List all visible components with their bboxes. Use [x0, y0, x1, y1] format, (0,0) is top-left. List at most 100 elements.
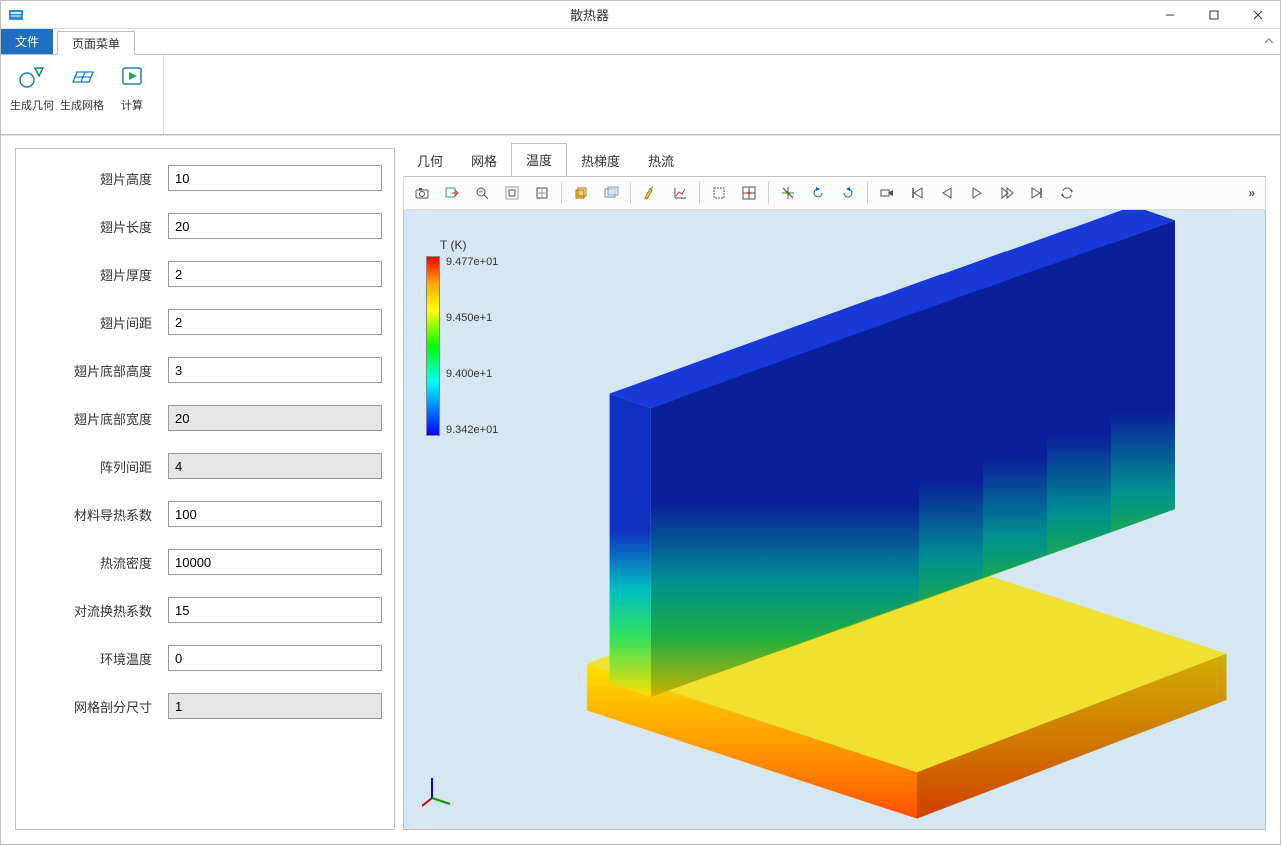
- ribbon-toolbar: 生成几何 生成网格 计算: [1, 55, 1280, 135]
- rotate-left-icon[interactable]: [804, 179, 832, 207]
- export-image-icon[interactable]: [438, 179, 466, 207]
- view-tab-bar: 几何网格温度热梯度热流: [403, 146, 1266, 176]
- plot-icon[interactable]: [666, 179, 694, 207]
- last-frame-icon[interactable]: [1023, 179, 1051, 207]
- toolbar-separator: [867, 182, 868, 204]
- param-input[interactable]: [168, 213, 382, 239]
- zoom-fit-icon[interactable]: +: [468, 179, 496, 207]
- graphics-canvas[interactable]: T (K) 9.477e+01 9.450e+1 9.400e+1 9.342e…: [403, 210, 1266, 830]
- param-input[interactable]: [168, 357, 382, 383]
- param-label: 环境温度: [28, 649, 168, 668]
- compute-icon: [116, 61, 148, 93]
- param-input[interactable]: [168, 261, 382, 287]
- param-row: 热流密度: [28, 549, 382, 575]
- generate-geometry-button[interactable]: 生成几何: [7, 59, 57, 115]
- zoom-box-icon[interactable]: [498, 179, 526, 207]
- param-row: 材料导热系数: [28, 501, 382, 527]
- record-icon[interactable]: [873, 179, 901, 207]
- play-icon[interactable]: [963, 179, 991, 207]
- viewer-panel: 几何网格温度热梯度热流 +» T (K) 9.477e+01 9.450e+1 …: [403, 146, 1266, 830]
- param-label: 阵列间距: [28, 457, 168, 476]
- generate-geometry-label: 生成几何: [10, 97, 54, 113]
- param-row: 翅片厚度: [28, 261, 382, 287]
- param-row: 翅片间距: [28, 309, 382, 335]
- param-label: 翅片厚度: [28, 265, 168, 284]
- param-label: 翅片间距: [28, 313, 168, 332]
- mesh-icon: [66, 61, 98, 93]
- collapse-ribbon-icon[interactable]: [1258, 29, 1280, 54]
- title-bar: 散热器: [1, 1, 1280, 29]
- param-input: [168, 453, 382, 479]
- ribbon-group: 生成几何 生成网格 计算: [1, 55, 164, 134]
- file-menu-tab[interactable]: 文件: [1, 29, 53, 54]
- generate-mesh-label: 生成网格: [60, 97, 104, 113]
- select-all-icon[interactable]: [735, 179, 763, 207]
- param-row: 翅片高度: [28, 165, 382, 191]
- prev-frame-icon[interactable]: [933, 179, 961, 207]
- param-row: 阵列间距: [28, 453, 382, 479]
- app-window: 散热器 文件 页面菜单 生成几何 生成网格: [0, 0, 1281, 845]
- clear-icon[interactable]: [636, 179, 664, 207]
- geometry-icon: [16, 61, 48, 93]
- toolbar-separator: [699, 182, 700, 204]
- param-label: 对流换热系数: [28, 601, 168, 620]
- app-menu-tab[interactable]: 页面菜单: [57, 31, 135, 55]
- camera-icon[interactable]: [408, 179, 436, 207]
- param-label: 翅片高度: [28, 169, 168, 188]
- select-box-icon[interactable]: [705, 179, 733, 207]
- first-frame-icon[interactable]: [903, 179, 931, 207]
- graphics-toolbar: +»: [403, 176, 1266, 210]
- toolbar-separator: [630, 182, 631, 204]
- param-input[interactable]: [168, 549, 382, 575]
- param-row: 环境温度: [28, 645, 382, 671]
- reset-zoom-icon[interactable]: [528, 179, 556, 207]
- view-tab[interactable]: 热流: [634, 145, 688, 176]
- param-row: 网格剖分尺寸: [28, 693, 382, 719]
- param-row: 翅片长度: [28, 213, 382, 239]
- param-input[interactable]: [168, 645, 382, 671]
- rotate-icon[interactable]: [774, 179, 802, 207]
- minimize-button[interactable]: [1148, 1, 1192, 29]
- close-button[interactable]: [1236, 1, 1280, 29]
- param-label: 翅片长度: [28, 217, 168, 236]
- window-controls: [1148, 1, 1280, 29]
- param-label: 翅片底部高度: [28, 361, 168, 380]
- view-tab[interactable]: 几何: [403, 145, 457, 176]
- axis-triad-icon: [422, 772, 458, 811]
- compute-button[interactable]: 计算: [107, 59, 157, 115]
- toolbar-separator: [561, 182, 562, 204]
- generate-mesh-button[interactable]: 生成网格: [57, 59, 107, 115]
- param-row: 翅片底部高度: [28, 357, 382, 383]
- view-tab[interactable]: 网格: [457, 145, 511, 176]
- param-label: 热流密度: [28, 553, 168, 572]
- compute-label: 计算: [121, 97, 143, 113]
- param-input: [168, 693, 382, 719]
- loop-icon[interactable]: [1053, 179, 1081, 207]
- param-input[interactable]: [168, 309, 382, 335]
- main-body: 翅片高度翅片长度翅片厚度翅片间距翅片底部高度翅片底部宽度阵列间距材料导热系数热流…: [1, 135, 1280, 844]
- view-tab[interactable]: 温度: [511, 143, 567, 176]
- param-input[interactable]: [168, 597, 382, 623]
- menu-bar: 文件 页面菜单: [1, 29, 1280, 55]
- maximize-button[interactable]: [1192, 1, 1236, 29]
- param-label: 翅片底部宽度: [28, 409, 168, 428]
- scene-light-icon[interactable]: [567, 179, 595, 207]
- param-input[interactable]: [168, 501, 382, 527]
- param-row: 翅片底部宽度: [28, 405, 382, 431]
- parameter-panel: 翅片高度翅片长度翅片厚度翅片间距翅片底部高度翅片底部宽度阵列间距材料导热系数热流…: [15, 148, 395, 830]
- next-frame-icon[interactable]: [993, 179, 1021, 207]
- svg-text:+: +: [479, 189, 483, 196]
- param-label: 材料导热系数: [28, 505, 168, 524]
- param-input[interactable]: [168, 165, 382, 191]
- view-tab[interactable]: 热梯度: [567, 145, 634, 176]
- param-label: 网格剖分尺寸: [28, 697, 168, 716]
- toolbar-separator: [768, 182, 769, 204]
- transparency-icon[interactable]: [597, 179, 625, 207]
- param-input: [168, 405, 382, 431]
- heatsink-3d-render: [404, 210, 1265, 829]
- param-row: 对流换热系数: [28, 597, 382, 623]
- window-title: 散热器: [31, 5, 1148, 24]
- rotate-right-icon[interactable]: [834, 179, 862, 207]
- app-icon: [7, 6, 25, 24]
- toolbar-overflow-icon[interactable]: »: [1242, 186, 1261, 200]
